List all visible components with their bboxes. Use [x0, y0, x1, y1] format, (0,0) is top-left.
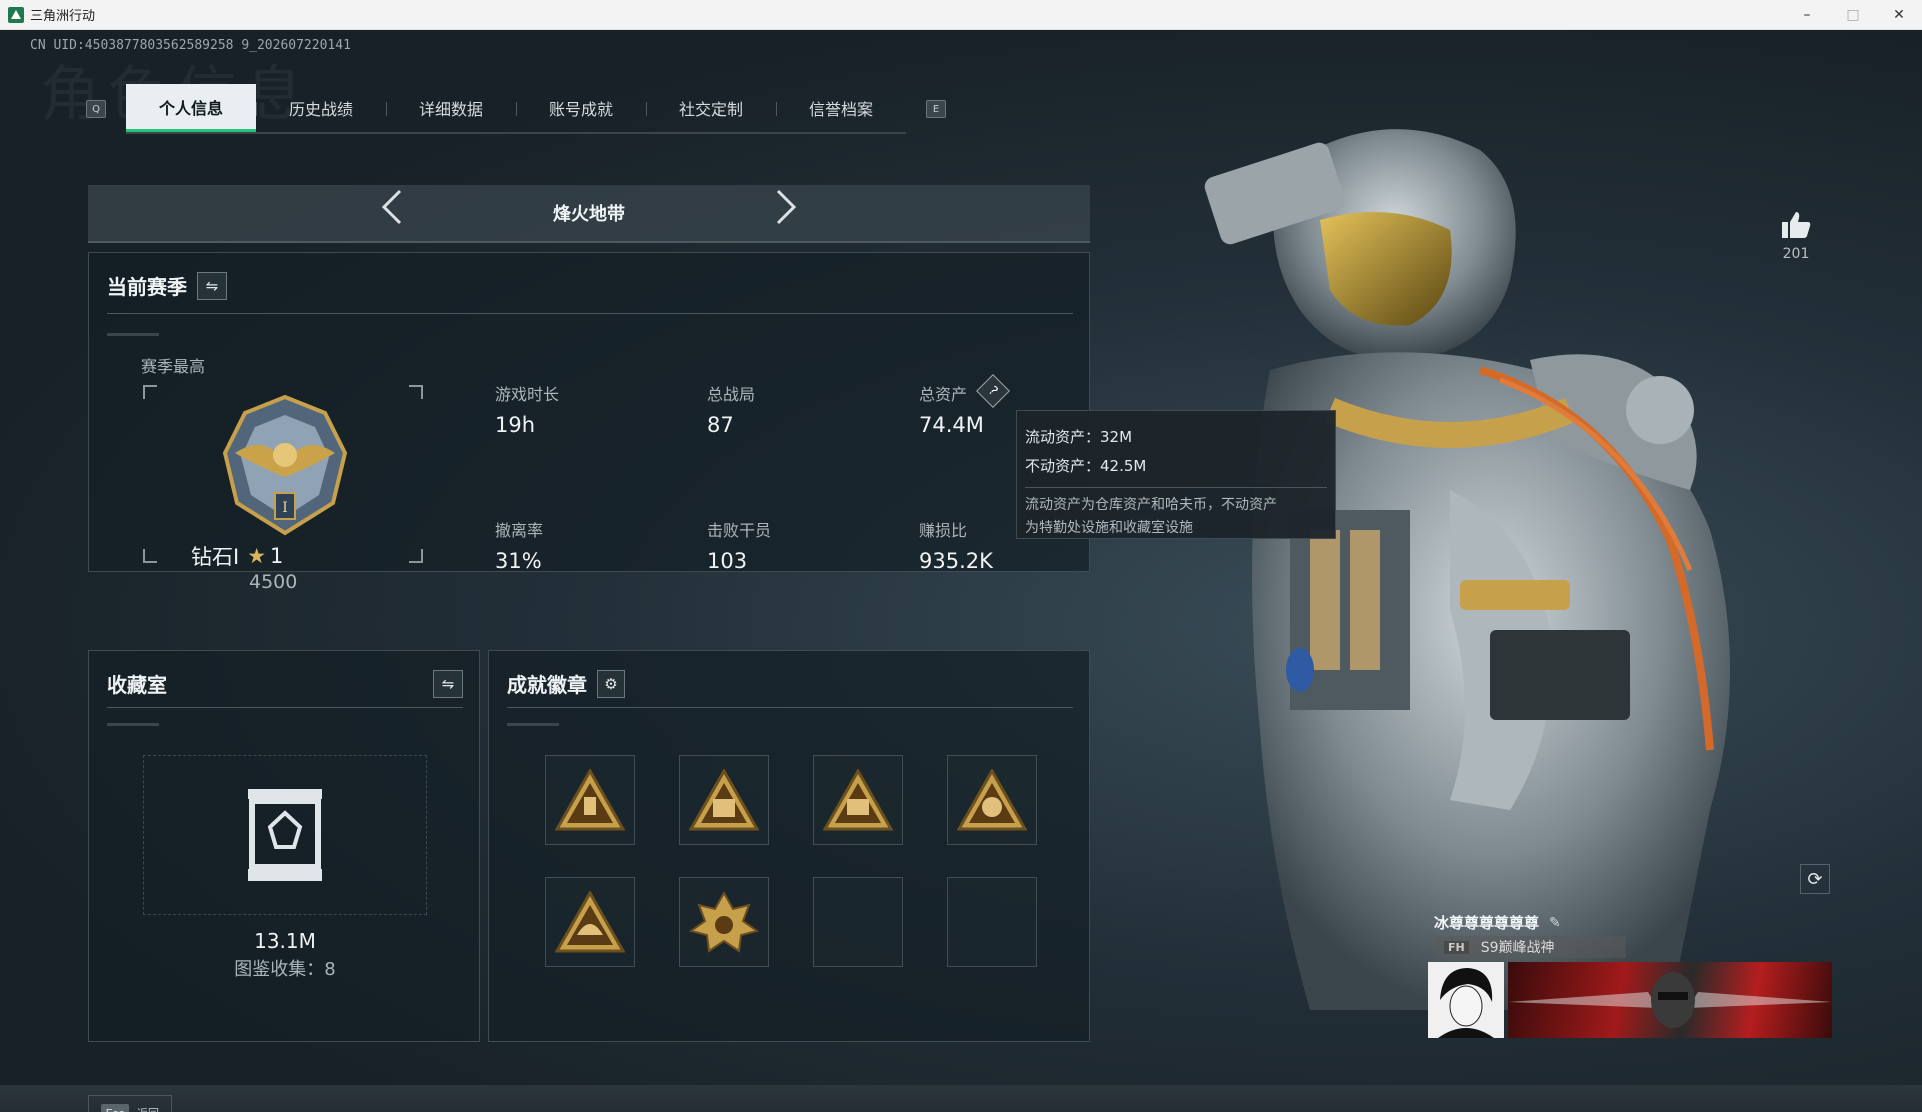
liquid-assets: 流动资产：32M	[1025, 428, 1133, 446]
total-matches-label: 总战局	[707, 385, 756, 404]
kills-value: 103	[707, 549, 748, 573]
swap-icon: ⇋	[441, 674, 455, 693]
app-logo-icon	[8, 6, 24, 23]
close-button[interactable]: ✕	[1876, 0, 1922, 30]
achievement-slot-empty[interactable]	[813, 877, 903, 967]
achievement-badge-1[interactable]	[545, 755, 635, 845]
star-icon: ★	[247, 544, 267, 568]
rank-name-row: 钻石I ★ 1	[191, 541, 283, 571]
rank-score: 4500	[249, 571, 298, 593]
minimize-button[interactable]: –	[1784, 0, 1830, 30]
kills-label: 击败干员	[707, 521, 772, 540]
mode-title: 烽火地带	[553, 204, 625, 225]
edit-icon[interactable]: ✎	[1549, 915, 1561, 931]
avatar[interactable]	[1428, 962, 1504, 1038]
tab-history[interactable]: 历史战绩	[256, 84, 386, 132]
achievement-badge-6[interactable]	[679, 877, 769, 967]
mode-selector: 烽火地带	[88, 185, 1090, 243]
achievement-badge-2[interactable]	[679, 755, 769, 845]
banner-art-icon	[1508, 972, 1832, 1028]
total-matches-value: 87	[707, 413, 734, 437]
player-name: 冰尊尊尊尊尊尊	[1434, 914, 1540, 932]
game-scene: 角色信息 CN UID:4503877803562589258 9_202607…	[0, 30, 1922, 1112]
swap-icon: ⇋	[205, 276, 219, 295]
tab-social[interactable]: 社交定制	[646, 84, 776, 132]
tab-detailed-data[interactable]: 详细数据	[386, 84, 516, 132]
play-time-value: 19h	[495, 413, 536, 437]
tooltip-desc-line1: 流动资产为仓库资产和哈夫币，不动资产	[1025, 497, 1277, 513]
mode-prev-button[interactable]	[380, 187, 404, 237]
warning-triangle-badge-icon	[555, 769, 625, 831]
profit-ratio-label: 赚损比	[919, 521, 968, 540]
season-switch-button[interactable]: ⇋	[197, 271, 227, 300]
assets-tooltip: 流动资产：32M 不动资产：42.5M 流动资产为仓库资产和哈夫币，不动资产 为…	[1016, 410, 1336, 539]
extract-rate-label: 撤离率	[495, 521, 544, 540]
back-button[interactable]: Esc 返回	[88, 1095, 172, 1112]
refresh-icon: ⟳	[1807, 868, 1823, 890]
tab-achievements[interactable]: 账号成就	[516, 84, 646, 132]
chevron-left-icon	[381, 189, 402, 225]
tab-navigation: Q 个人信息 历史战绩 详细数据 账号成就 社交定制 信誉档案 E	[86, 84, 946, 134]
display-case-icon	[248, 789, 322, 881]
achievement-slot-empty[interactable]	[947, 877, 1037, 967]
helmet-triangle-badge-icon	[555, 891, 625, 953]
diamond-rank-medal-icon: I	[222, 394, 348, 536]
like-count: 201	[1782, 246, 1810, 262]
player-profile-card[interactable]: 冰尊尊尊尊尊尊 ✎ FH S9巅峰战神	[1426, 906, 1832, 1038]
total-assets-value: 74.4M	[919, 413, 984, 437]
s9-triangle-badge-icon	[823, 769, 893, 831]
player-title-row: FH S9巅峰战神	[1436, 936, 1626, 958]
like-button[interactable]: 201	[1776, 210, 1816, 262]
maximize-button[interactable]: □	[1830, 0, 1876, 30]
profit-ratio-value: 935.2K	[919, 549, 993, 573]
gear-icon: ⚙	[604, 674, 618, 693]
season-panel: 当前赛季 ⇋ 赛季最高 I 钻石I ★ 1 4500 游戏时长 19h 总战局 …	[88, 252, 1090, 593]
achievement-badge-5[interactable]	[545, 877, 635, 967]
chevron-right-icon	[776, 189, 797, 225]
collection-panel: 收藏室 ⇋ 13.1M 图鉴收集：8	[88, 650, 480, 1042]
tab-personal-info[interactable]: 个人信息	[126, 84, 256, 132]
window-title: 三角洲行动	[30, 9, 96, 24]
collection-value: 13.1M	[254, 929, 316, 953]
collection-title: 收藏室	[107, 673, 167, 697]
season-peak-label: 赛季最高	[141, 357, 206, 376]
help-icon[interactable]: ?	[976, 374, 1010, 408]
mode-next-button[interactable]	[774, 187, 798, 237]
player-title: S9巅峰战神	[1480, 940, 1555, 956]
player-uid: CN UID:4503877803562589258 9_20260722014…	[30, 38, 351, 53]
achievements-title: 成就徽章	[507, 673, 587, 697]
collection-catalog: 图鉴收集：8	[234, 959, 336, 980]
extract-rate-value: 31%	[495, 549, 542, 573]
title-tag: FH	[1444, 940, 1469, 954]
back-label: 返回	[137, 1105, 159, 1112]
achievement-badge-4[interactable]	[947, 755, 1037, 845]
spiky-badge-icon	[689, 891, 759, 953]
svg-text:I: I	[282, 500, 288, 516]
window-titlebar: 三角洲行动 – □ ✕	[0, 0, 1922, 30]
total-assets-label: 总资产	[919, 385, 968, 404]
avatar-portrait-icon	[1428, 962, 1504, 1038]
next-tab-key[interactable]: E	[926, 100, 946, 118]
collection-showcase[interactable]	[143, 755, 427, 915]
tab-credit-record[interactable]: 信誉档案	[776, 84, 906, 132]
collection-switch-button[interactable]: ⇋	[433, 669, 463, 698]
play-time-label: 游戏时长	[495, 385, 560, 404]
achievement-badge-3[interactable]	[813, 755, 903, 845]
box-triangle-badge-icon	[689, 769, 759, 831]
tooltip-desc-line2: 为特勤处设施和收藏室设施	[1025, 520, 1193, 536]
fixed-assets: 不动资产：42.5M	[1025, 457, 1147, 475]
esc-key: Esc	[101, 1104, 129, 1112]
prev-tab-key[interactable]: Q	[86, 100, 106, 118]
trophy-triangle-badge-icon	[957, 769, 1027, 831]
profile-banner	[1508, 962, 1832, 1038]
rank-star-count: 1	[270, 544, 284, 568]
bottom-bar	[0, 1085, 1922, 1112]
thumbs-up-icon	[1782, 212, 1811, 238]
refresh-button[interactable]: ⟳	[1800, 864, 1830, 894]
rank-name: 钻石I	[191, 545, 240, 569]
season-title: 当前赛季	[107, 275, 187, 299]
achievements-settings-button[interactable]: ⚙	[597, 669, 625, 698]
achievements-panel: 成就徽章 ⚙	[488, 650, 1090, 1042]
